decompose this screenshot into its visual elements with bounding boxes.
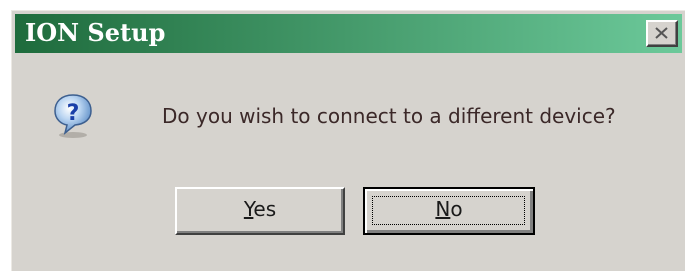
close-button[interactable]: [646, 20, 678, 47]
no-button[interactable]: No: [363, 187, 535, 235]
dialog-message: Do you wish to connect to a different de…: [162, 104, 616, 128]
question-icon: ?: [49, 91, 97, 139]
no-button-label: No: [435, 189, 462, 229]
window-title: ION Setup: [25, 18, 166, 47]
yes-mnemonic: Y: [243, 197, 254, 221]
no-label-rest: o: [450, 197, 463, 221]
yes-button[interactable]: Yes: [175, 187, 345, 235]
no-mnemonic: N: [435, 197, 451, 221]
dialog-window: ION Setup ? Do you wish to connect to a …: [11, 10, 685, 271]
svg-text:?: ?: [67, 101, 80, 126]
close-icon: [655, 27, 668, 39]
title-bar[interactable]: ION Setup: [15, 14, 682, 53]
yes-button-label: Yes: [244, 189, 276, 229]
yes-label-rest: es: [253, 197, 277, 221]
